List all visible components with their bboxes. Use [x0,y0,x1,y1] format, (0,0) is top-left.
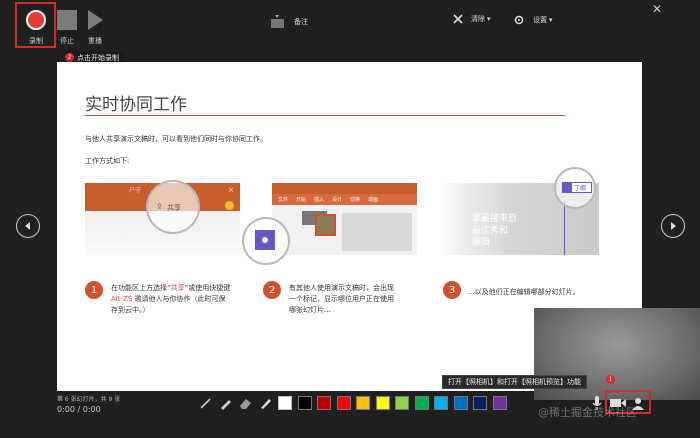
step-1-highlight-a: 共享 [170,284,185,292]
eraser-button[interactable] [238,395,254,411]
share-magnifier: ⇪ 共享 [146,180,200,234]
step-1-text-a: 在功能区上方选择“ [111,284,171,292]
title-rule [85,115,565,116]
editing-magnifier: 丁娜 [554,167,596,209]
color-swatch[interactable] [336,396,351,410]
color-swatch[interactable] [317,396,331,410]
user-avatar-icon [255,230,275,250]
highlighter-button[interactable] [257,395,273,411]
p3-text-line: 编辑 [472,238,491,248]
step-1-text: 在功能区上方选择“共享”或使用快捷键 Alt-ZS 邀请他人与你协作（此时可保存… [111,283,231,316]
color-swatch[interactable] [414,396,429,410]
clear-dropdown-arrow: ▾ [487,15,491,23]
color-swatch[interactable] [356,396,370,410]
color-swatch[interactable] [297,396,312,410]
step-number: 1 [85,281,103,299]
user-tag-icon [563,183,572,192]
pen-icon [221,400,231,410]
camera-tooltip: 打开【照相机】和打开【照相机预览】功能 [442,375,587,389]
share-label: 共享 [167,204,181,212]
p2-tabs: 文件 开始 插入 设计 切换 动画 [272,194,417,205]
replay-icon [88,10,103,30]
settings-label: 设置 [533,16,547,24]
stop-icon [57,10,77,30]
record-icon [26,10,46,30]
clear-icon [453,14,463,24]
p2-tab: 开始 [296,197,307,203]
color-swatch[interactable] [278,396,292,410]
color-swatch[interactable] [453,396,468,410]
highlighter-icon [261,399,271,409]
color-swatch[interactable] [492,396,507,410]
next-slide-icon [671,222,676,230]
timer: 0:00 / 0:00 [57,405,101,414]
p2-tab: 文件 [278,197,289,203]
smiley-icon [225,201,234,210]
slide-how-heading: 工作方式如下: [85,157,130,165]
color-swatch[interactable] [375,396,390,410]
clear-button[interactable]: 清除 ▾ [453,14,491,24]
step-1-text-b: ”或使用快捷键 [184,284,231,292]
illustration-presence: 文件 开始 插入 设计 切换 动画 [242,183,417,265]
close-icon[interactable]: ✕ [652,2,662,16]
replay-label: 重播 [88,37,102,45]
p2-thumb-active [315,214,336,236]
notes-label: 备注 [294,18,308,26]
settings-dropdown-arrow: ▾ [549,16,553,24]
slide-counter: 第 6 张幻灯片，共 9 张 [57,396,121,403]
settings-icon [514,15,524,25]
user-tag: 丁娜 [562,182,592,193]
illustration-editing: 享最接来自 最优秀和 编辑 丁娜 [444,167,599,255]
p2-tab: 动画 [368,197,379,203]
record-label: 录制 [29,37,43,45]
step-number: 2 [263,281,281,299]
pen-icon [200,398,211,409]
notes-button[interactable]: 备注 [270,14,308,30]
p2-tab: 设计 [332,197,343,203]
step-1-highlight-b: Alt-ZS [111,295,133,303]
color-swatch[interactable] [473,396,487,410]
p2-tab: 切换 [350,197,361,203]
prev-slide-button[interactable] [16,214,40,238]
ribbon-close-icon: × [228,186,234,194]
record-button[interactable]: 录制 [20,8,52,46]
p3-bg-text: 享最接来自 最优秀和 编辑 [472,213,517,249]
step-number: 3 [443,281,461,299]
p2-titlebar [272,183,417,194]
record-tooltip-text: 点击开始录制 [77,53,119,62]
p2-slide [342,213,412,251]
clear-label: 清除 [471,15,485,23]
step-2-text: 有其他人使用演示文稿时，会出现一个标记，显示哪位用户正在使用哪张幻灯片... [289,284,394,314]
next-slide-button[interactable] [661,214,685,238]
record-tooltip-badge: 2 [65,53,74,62]
p2-tab: 插入 [314,197,325,203]
eraser-icon [240,399,251,409]
replay-button[interactable]: 重播 [79,8,111,46]
settings-button[interactable]: 设置 ▾ [513,14,553,26]
step-3-text: ...以及他们正在编辑哪部分幻灯片。 [468,288,580,296]
camera-tooltip-badge: 1 [606,375,615,384]
user-tag-label: 丁娜 [574,185,587,192]
pen-button[interactable] [218,395,234,411]
ribbon-text: 户守 [129,187,142,194]
slide-intro: 与他人共享演示文稿时，可以看到他们同时与你协同工作。 [85,135,267,143]
p3-text-line: 最优秀和 [472,226,509,236]
illustration-share: 户守 × ⇪ 共享 [85,180,240,255]
recording-window: 录制 停止 重播 备注 清除 ▾ 设置 ▾ ✕ 2 点击开始录制 实时协同工作 … [0,0,700,438]
p3-text-line: 享最接来自 [472,214,518,224]
presence-magnifier [242,217,290,265]
notes-icon [271,15,284,28]
slide-title: 实时协同工作 [85,95,187,115]
share-icon: ⇪ [156,202,163,211]
laser-pointer-button[interactable] [198,395,214,411]
watermark: @稀土掘金技术社区 [538,406,637,419]
prev-slide-icon [25,222,30,230]
color-swatch[interactable] [395,396,409,410]
p3-cursor-line [564,201,565,255]
color-swatch[interactable] [434,396,448,410]
